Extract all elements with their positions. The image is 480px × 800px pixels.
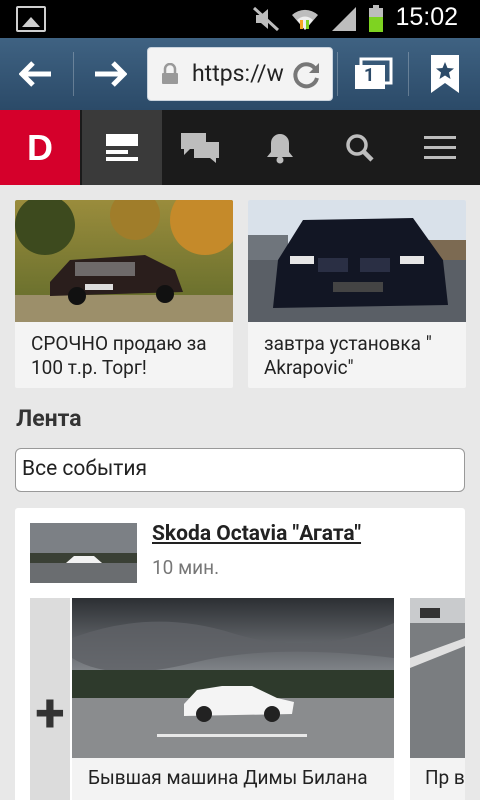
promo-caption: завтра установка " Akrapovic" (264, 332, 432, 379)
post-gallery: + Бывшая машина Димы Билана Пр в (30, 598, 465, 800)
nav-menu[interactable] (400, 110, 480, 185)
car-photo (15, 200, 233, 322)
promo-card[interactable]: СРОЧНО продаю за 100 т.р. Торг! (15, 200, 233, 388)
nav-search[interactable] (320, 110, 400, 185)
nav-feed[interactable] (82, 110, 162, 185)
promo-caption: СРОЧНО продаю за 100 т.р. Торг! (31, 332, 207, 379)
status-bar: 15:02 (0, 0, 480, 38)
gallery-item[interactable]: Пр вы (410, 598, 465, 800)
arrow-left-icon (19, 61, 51, 87)
browser-toolbar: https://w 1 (0, 38, 480, 110)
url-text: https://w (192, 60, 284, 87)
clock: 15:02 (395, 3, 458, 31)
nav-messages[interactable] (160, 110, 240, 185)
gallery-photo (410, 598, 465, 758)
back-button[interactable] (0, 38, 72, 110)
gallery-item[interactable]: Бывшая машина Димы Билана (72, 598, 394, 800)
promo-card[interactable]: завтра установка " Akrapovic" (248, 200, 466, 388)
tab-count: 1 (364, 65, 375, 86)
bookmark-star-icon (431, 55, 459, 93)
feed-title: Лента (16, 405, 82, 432)
toolbar-divider (408, 52, 409, 96)
wifi-icon (292, 9, 318, 30)
signal-icon (332, 7, 356, 31)
page-content: СРОЧНО продаю за 100 т.р. Торг! завтра у… (0, 185, 480, 800)
mute-icon (252, 6, 280, 32)
post-card: Skoda Octavia "Агата" 10 мин. + Бывшая м… (15, 508, 465, 800)
reload-button[interactable] (292, 60, 322, 90)
post-thumbnail[interactable] (30, 523, 137, 583)
site-logo[interactable]: D (0, 110, 80, 185)
arrow-right-icon (95, 61, 127, 87)
post-title[interactable]: Skoda Octavia "Агата" (152, 522, 361, 546)
gallery-caption: Пр вы (425, 766, 465, 789)
gallery-photo (72, 598, 394, 758)
forward-button[interactable] (74, 38, 146, 110)
search-icon (346, 133, 374, 162)
add-photo-button[interactable]: + (30, 598, 70, 800)
feed-filter-select[interactable]: Все события (15, 448, 465, 492)
feed-icon (106, 133, 138, 161)
gallery-notification-icon (16, 6, 46, 32)
nav-notifications[interactable] (240, 110, 320, 185)
bell-icon (267, 133, 293, 163)
lock-icon (162, 63, 178, 84)
gallery-caption: Бывшая машина Димы Билана (88, 766, 368, 789)
bookmark-button[interactable] (410, 38, 480, 110)
address-bar[interactable]: https://w (147, 47, 333, 101)
reload-icon (293, 62, 319, 89)
post-time: 10 мин. (152, 556, 220, 579)
battery-icon (369, 5, 383, 32)
messages-icon (181, 132, 219, 163)
car-photo (248, 200, 466, 322)
tabs-button[interactable]: 1 (338, 38, 408, 110)
status-icons (252, 5, 384, 33)
menu-icon (424, 135, 456, 159)
site-nav: D (0, 110, 480, 185)
